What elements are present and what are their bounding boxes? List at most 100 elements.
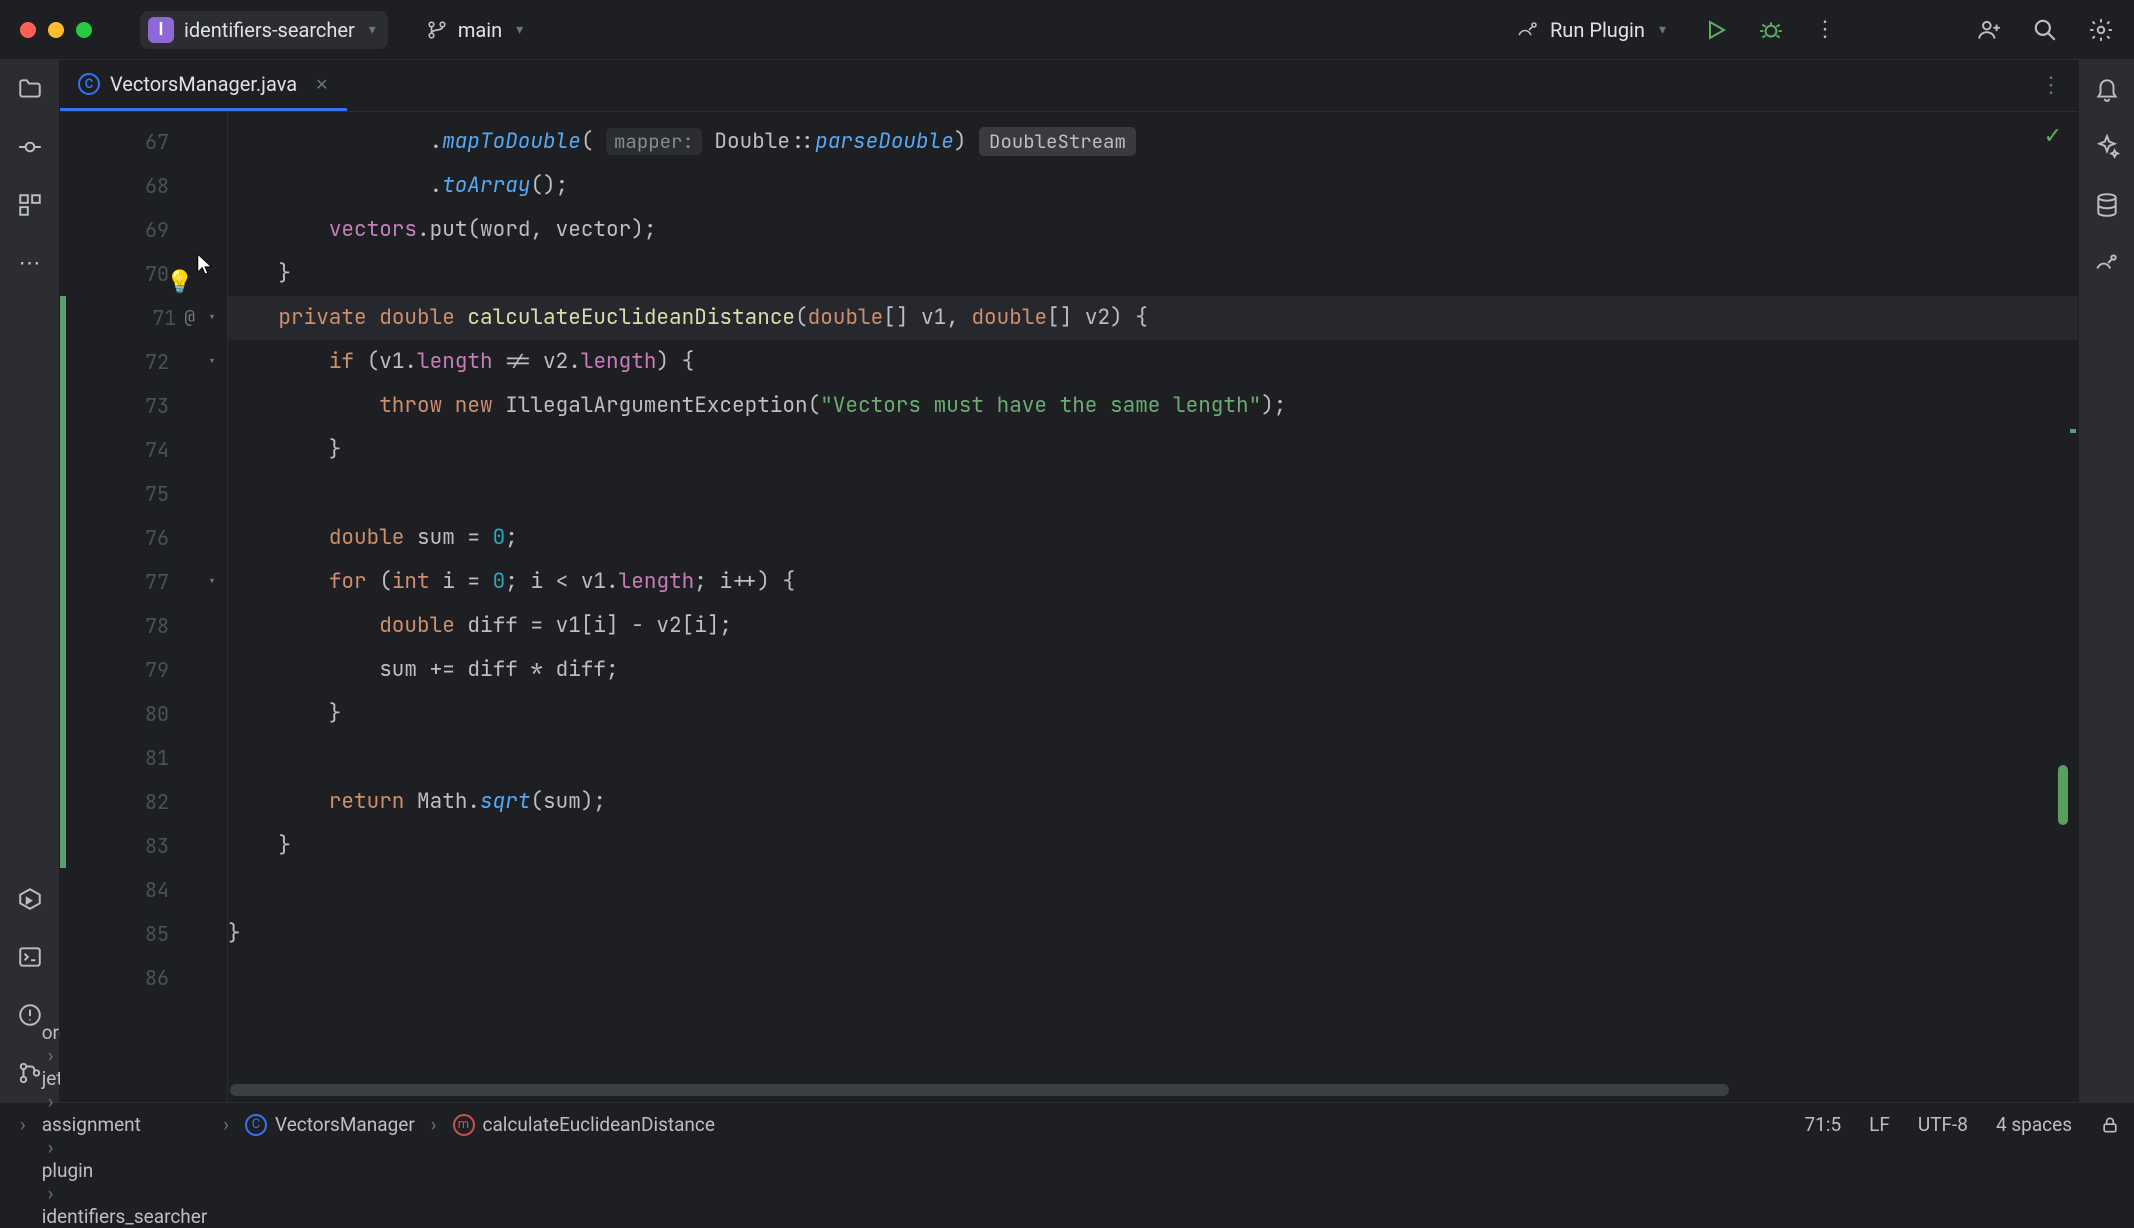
gutter-line[interactable]: 80 [60,692,227,736]
gutter-line[interactable]: 69 [60,208,227,252]
indent-setting[interactable]: 4 spaces [1996,1113,2072,1136]
tab-bar-more-icon[interactable]: ⋮ [2040,73,2062,98]
code-line[interactable]: sum += diff * diff; [228,648,2078,692]
analysis-ok-icon[interactable]: ✓ [2044,124,2062,149]
caret-position[interactable]: 71:5 [1804,1113,1841,1136]
vcs-change-marker[interactable] [60,296,66,340]
commit-tool-icon[interactable] [16,133,44,161]
close-tab-button[interactable]: ✕ [315,75,328,94]
horizontal-scrollbar-thumb[interactable] [230,1084,1729,1096]
gutter-line[interactable]: 76 [60,516,227,560]
code-line[interactable]: } [228,428,2078,472]
gutter-line[interactable]: 82 [60,780,227,824]
vcs-change-marker[interactable] [60,428,66,472]
code-line[interactable]: double diff = v1[i] - v2[i]; [228,604,2078,648]
intention-bulb-icon[interactable]: 💡 [166,260,193,304]
more-actions-button[interactable]: ⋮ [1814,17,1836,42]
gutter-line[interactable]: 73 [60,384,227,428]
code-line[interactable]: } [228,824,2078,868]
run-config-selector[interactable]: Run Plugin ▾ [1516,18,1666,42]
structure-tool-icon[interactable] [16,191,44,219]
code-line[interactable]: return Math.sqrt(sum); [228,780,2078,824]
fold-toggle-icon[interactable]: ▾ [203,296,221,340]
database-tool-icon[interactable] [2093,191,2121,219]
editor-tab-active[interactable]: C VectorsManager.java ✕ [60,60,347,111]
close-window-button[interactable] [20,22,36,38]
gutter-line[interactable]: 86 [60,956,227,1000]
gutter-line[interactable]: 79 [60,648,227,692]
code-line[interactable] [228,868,2078,912]
vcs-change-marker[interactable] [60,692,66,736]
vertical-scrollbar-thumb[interactable] [2058,765,2068,825]
code-line[interactable]: for (int i = 0; i < v1.length; i++) { [228,560,2078,604]
gutter[interactable]: 6768697071@▾72▾7374757677▾78798081828384… [60,112,228,1102]
code-line[interactable]: double sum = 0; [228,516,2078,560]
gutter-line[interactable]: 85 [60,912,227,956]
fold-toggle-icon[interactable]: ▾ [203,560,221,604]
breadcrumb-class[interactable]: C VectorsManager [245,1113,415,1136]
vcs-change-marker[interactable] [60,384,66,428]
code-line[interactable]: 💡 } [228,252,2078,296]
vcs-change-marker[interactable] [60,780,66,824]
vcs-branch-selector[interactable]: main ▾ [426,18,523,42]
vcs-tool-icon[interactable] [16,1059,44,1087]
debug-button[interactable] [1758,17,1784,43]
vcs-change-marker[interactable] [60,736,66,780]
gutter-line[interactable]: 78 [60,604,227,648]
code-content[interactable]: .mapToDouble( mapper: Double::parseDoubl… [228,112,2078,1102]
code-line[interactable]: .toArray(); [228,164,2078,208]
more-tools-icon[interactable]: ⋯ [16,249,44,277]
project-tool-icon[interactable] [16,75,44,103]
code-line[interactable] [228,956,2078,1000]
coverage-tool-icon[interactable] [2093,249,2121,277]
gutter-line[interactable]: 75 [60,472,227,516]
horizontal-scrollbar[interactable] [230,1084,2058,1096]
code-editor[interactable]: ✓ 6768697071@▾72▾7374757677▾787980818283… [60,112,2078,1102]
gutter-line[interactable]: 74 [60,428,227,472]
code-line[interactable] [228,736,2078,780]
code-line[interactable]: } [228,912,2078,956]
breadcrumb-segment[interactable]: identifiers_searcher [42,1205,208,1228]
gutter-line[interactable]: 67 [60,120,227,164]
vcs-change-marker[interactable] [60,516,66,560]
terminal-tool-icon[interactable] [16,943,44,971]
readonly-lock-icon[interactable] [2100,1115,2120,1135]
run-button[interactable] [1704,18,1728,42]
search-everywhere-icon[interactable] [2032,17,2058,43]
error-stripe[interactable] [2060,112,2078,1102]
problems-tool-icon[interactable] [16,1001,44,1029]
vcs-change-marker[interactable] [60,648,66,692]
vcs-change-marker[interactable] [60,824,66,868]
line-separator[interactable]: LF [1869,1113,1890,1136]
project-selector[interactable]: I identifiers-searcher ▾ [140,11,388,49]
code-line[interactable]: vectors.put(word, vector); [228,208,2078,252]
gutter-line[interactable]: 81 [60,736,227,780]
code-with-me-icon[interactable] [1976,17,2002,43]
code-line[interactable]: .mapToDouble( mapper: Double::parseDoubl… [228,120,2078,164]
breadcrumb-segment[interactable]: assignment [42,1113,208,1136]
gutter-line[interactable]: 83 [60,824,227,868]
vcs-change-marker[interactable] [60,472,66,516]
maximize-window-button[interactable] [76,22,92,38]
code-line[interactable]: if (v1.length != v2.length) { [228,340,2078,384]
code-line[interactable]: throw new IllegalArgumentException("Vect… [228,384,2078,428]
gutter-line[interactable]: 84 [60,868,227,912]
gutter-line[interactable]: 70 [60,252,227,296]
file-encoding[interactable]: UTF-8 [1918,1113,1968,1136]
vcs-change-marker[interactable] [60,604,66,648]
vcs-change-marker[interactable] [60,560,66,604]
settings-icon[interactable] [2088,17,2114,43]
vcs-change-marker[interactable] [60,340,66,384]
gutter-line[interactable]: 77▾ [60,560,227,604]
breadcrumb-segment[interactable]: plugin [42,1159,208,1182]
minimize-window-button[interactable] [48,22,64,38]
code-line[interactable] [228,472,2078,516]
services-tool-icon[interactable] [16,885,44,913]
code-line[interactable]: private double calculateEuclideanDistanc… [228,296,2078,340]
gutter-line[interactable]: 68 [60,164,227,208]
breadcrumb-method[interactable]: m calculateEuclideanDistance [453,1113,715,1136]
notifications-tool-icon[interactable] [2093,75,2121,103]
code-line[interactable]: } [228,692,2078,736]
ai-assistant-icon[interactable] [2093,133,2121,161]
fold-toggle-icon[interactable]: ▾ [203,340,221,384]
